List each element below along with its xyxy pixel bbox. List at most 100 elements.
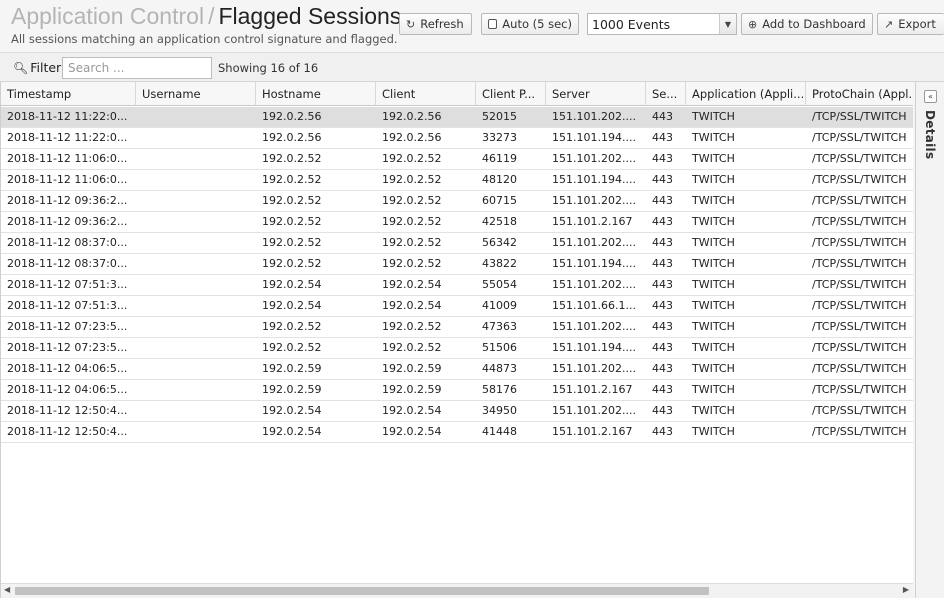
table-cell: 44873	[482, 362, 517, 375]
table-cell: 41448	[482, 425, 517, 438]
table-cell: 192.0.2.52	[382, 152, 442, 165]
table-cell: 151.101.194....	[552, 173, 636, 186]
search-input[interactable]	[62, 57, 212, 79]
table-row[interactable]: 2018-11-12 09:36:2... 192.0.2.52 192.0.2.5…	[1, 191, 913, 212]
table-cell: 56342	[482, 236, 517, 249]
table-row[interactable]: 2018-11-12 11:06:0... 192.0.2.52 192.0.2.5…	[1, 149, 913, 170]
table-cell: /TCP/SSL/TWITCH	[812, 194, 907, 207]
table-cell: TWITCH	[692, 215, 735, 228]
table-cell: TWITCH	[692, 362, 735, 375]
table-cell: 192.0.2.52	[262, 341, 322, 354]
table-cell: 443	[652, 299, 673, 312]
checkbox-icon[interactable]	[488, 19, 498, 29]
add-to-dashboard-button[interactable]: ⊕ Add to Dashboard	[741, 13, 873, 35]
table-cell: 443	[652, 425, 673, 438]
table-cell: /TCP/SSL/TWITCH	[812, 278, 907, 291]
table-cell: 192.0.2.52	[262, 320, 322, 333]
add-to-dashboard-label: Add to Dashboard	[762, 17, 866, 31]
filter-bar: 🔍︎Filter Showing 16 of 16	[0, 52, 944, 82]
column-header[interactable]: Client	[376, 82, 476, 106]
column-header[interactable]: Se...	[646, 82, 686, 106]
column-header[interactable]: Application (Appli...	[686, 82, 806, 106]
breadcrumb-current: Flagged Sessions	[218, 3, 402, 29]
table-cell	[136, 317, 256, 337]
table-cell: /TCP/SSL/TWITCH	[812, 131, 907, 144]
table-row[interactable]: 2018-11-12 07:51:3... 192.0.2.54 192.0.2.5…	[1, 275, 913, 296]
table-row[interactable]: 2018-11-12 11:06:0... 192.0.2.52 192.0.2.5…	[1, 170, 913, 191]
column-header[interactable]: Server	[546, 82, 646, 106]
table-cell: 192.0.2.52	[382, 173, 442, 186]
table-cell: 2018-11-12 11:22:0...	[7, 131, 128, 144]
column-header[interactable]: Username	[136, 82, 256, 106]
table-cell: 192.0.2.52	[262, 215, 322, 228]
details-panel[interactable]: « Details	[915, 82, 944, 598]
table-cell: TWITCH	[692, 152, 735, 165]
table-cell: 192.0.2.54	[382, 278, 442, 291]
table-cell: 2018-11-12 04:06:5...	[7, 362, 128, 375]
auto-refresh-toggle[interactable]: Auto (5 sec)	[481, 13, 579, 35]
double-chevron-left-icon[interactable]: «	[924, 90, 937, 103]
table-cell: TWITCH	[692, 383, 735, 396]
column-header[interactable]: Client P...	[476, 82, 546, 106]
table-cell: 192.0.2.59	[382, 383, 442, 396]
table-cell: 151.101.2.167	[552, 383, 633, 396]
table-cell: 443	[652, 320, 673, 333]
table-cell: 192.0.2.52	[382, 215, 442, 228]
table-row[interactable]: 2018-11-12 04:06:5... 192.0.2.59 192.0.2.5…	[1, 380, 913, 401]
table-cell	[136, 401, 256, 421]
scroll-left-icon[interactable]: ◀	[4, 585, 10, 594]
table-cell: 443	[652, 362, 673, 375]
table-row[interactable]: 2018-11-12 08:37:0... 192.0.2.52 192.0.2.5…	[1, 254, 913, 275]
table-cell: 443	[652, 110, 673, 123]
table-cell: 192.0.2.52	[262, 236, 322, 249]
table-row[interactable]: 2018-11-12 07:23:5... 192.0.2.52 192.0.2.5…	[1, 317, 913, 338]
column-header[interactable]: Timestamp	[1, 82, 136, 106]
table-cell: 151.101.194....	[552, 341, 636, 354]
table-cell: 192.0.2.52	[262, 194, 322, 207]
horizontal-scrollbar[interactable]: ◀ ▶	[1, 583, 913, 598]
table-cell: 192.0.2.56	[262, 110, 322, 123]
chevron-down-icon[interactable]: ▼	[719, 14, 736, 34]
table-row[interactable]: 2018-11-12 08:37:0... 192.0.2.52 192.0.2.5…	[1, 233, 913, 254]
plus-circle-icon: ⊕	[748, 17, 758, 31]
scroll-right-icon[interactable]: ▶	[903, 585, 909, 594]
column-header[interactable]: Hostname	[256, 82, 376, 106]
table-row[interactable]: 2018-11-12 04:06:5... 192.0.2.59 192.0.2.5…	[1, 359, 913, 380]
table-cell: 192.0.2.52	[382, 341, 442, 354]
table-cell: 192.0.2.56	[382, 131, 442, 144]
table-cell: 2018-11-12 11:06:0...	[7, 152, 128, 165]
table-row[interactable]: 2018-11-12 07:23:5... 192.0.2.52 192.0.2.5…	[1, 338, 913, 359]
table-cell: TWITCH	[692, 299, 735, 312]
events-limit-value: 1000 Events	[592, 16, 671, 32]
table-row[interactable]: 2018-11-12 07:51:3... 192.0.2.54 192.0.2.5…	[1, 296, 913, 317]
table-cell: 192.0.2.54	[262, 404, 322, 417]
table-cell: /TCP/SSL/TWITCH	[812, 236, 907, 249]
page-header: Application Control / Flagged Sessions All…	[0, 0, 944, 52]
table-row[interactable]: 2018-11-12 09:36:2... 192.0.2.52 192.0.2.5…	[1, 212, 913, 233]
details-panel-label[interactable]: Details	[923, 110, 937, 159]
refresh-icon: ↻	[406, 17, 416, 31]
filter-label: 🔍︎ Filter	[13, 60, 61, 75]
table-cell: TWITCH	[692, 425, 735, 438]
breadcrumb-parent[interactable]: Application Control	[11, 3, 204, 29]
export-button[interactable]: ↗ Export	[877, 13, 944, 35]
refresh-button[interactable]: ↻ Refresh	[399, 13, 472, 35]
column-header[interactable]: ProtoChain (Appl...	[806, 82, 913, 106]
table-cell: /TCP/SSL/TWITCH	[812, 425, 907, 438]
table-row[interactable]: 2018-11-12 12:50:4... 192.0.2.54 192.0.2.5…	[1, 401, 913, 422]
page-subtitle: All sessions matching an application con…	[11, 32, 398, 46]
table-cell	[136, 359, 256, 379]
table-cell: 192.0.2.59	[262, 383, 322, 396]
showing-count: Showing 16 of 16	[218, 61, 319, 75]
table-cell: 192.0.2.52	[262, 173, 322, 186]
scrollbar-thumb[interactable]	[15, 587, 709, 595]
table-cell: 48120	[482, 173, 517, 186]
table-row[interactable]: 2018-11-12 11:22:0... 192.0.2.56 192.0.2.5…	[1, 128, 913, 149]
page-title: Application Control / Flagged Sessions	[11, 3, 401, 30]
table-cell: 192.0.2.54	[382, 299, 442, 312]
table-row[interactable]: 2018-11-12 11:22:0... 192.0.2.56 192.0.2.5…	[1, 107, 913, 128]
table-cell	[136, 212, 256, 232]
table-cell: 192.0.2.56	[262, 131, 322, 144]
events-limit-select[interactable]: 1000 Events ▼	[587, 13, 737, 35]
table-row[interactable]: 2018-11-12 12:50:4... 192.0.2.54 192.0.2.5…	[1, 422, 913, 443]
